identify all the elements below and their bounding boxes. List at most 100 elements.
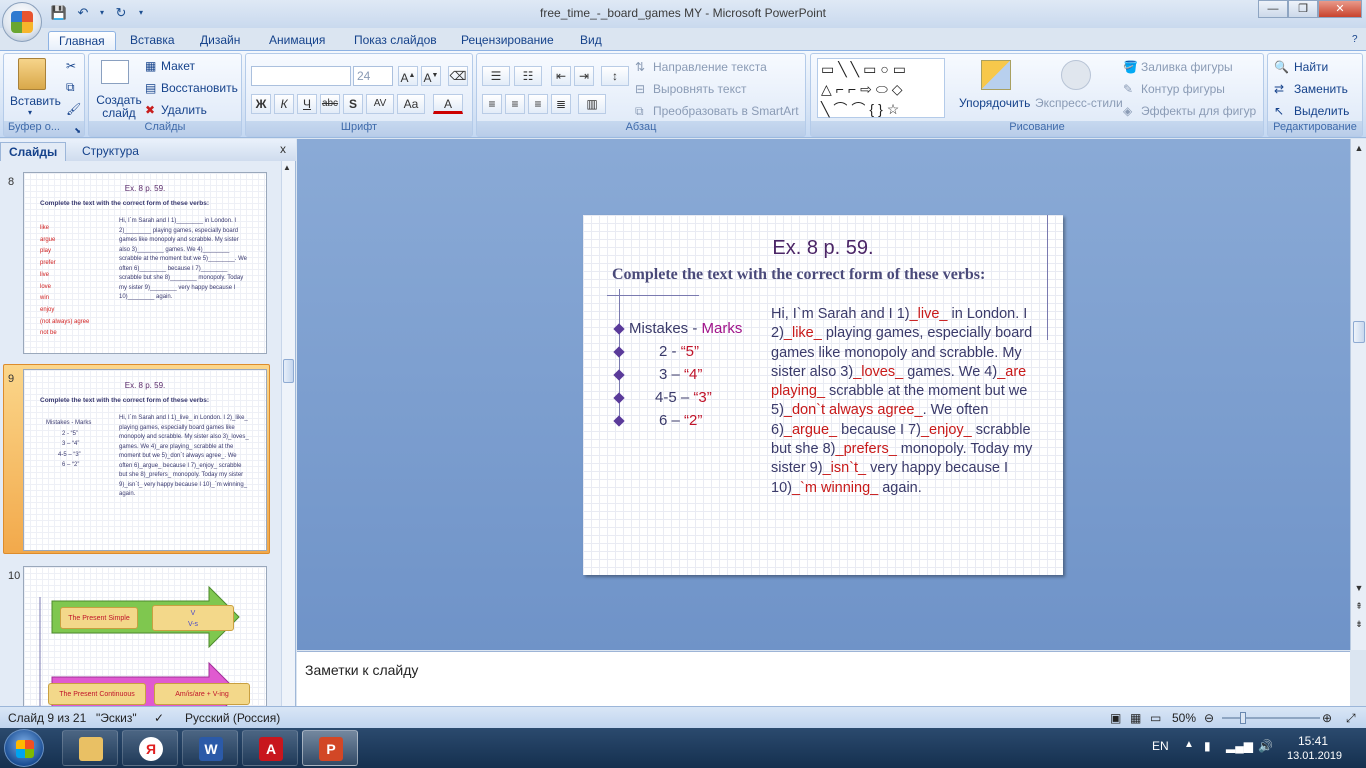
zoom-level[interactable]: 50% — [1172, 711, 1196, 725]
spellcheck-icon[interactable]: ✓ — [154, 711, 164, 725]
office-button[interactable] — [2, 2, 42, 42]
text-direction-button[interactable]: Направление текста — [653, 60, 767, 74]
tab-animation[interactable]: Анимация — [269, 31, 325, 50]
new-slide-icon[interactable] — [101, 60, 129, 84]
scroll-up-icon[interactable]: ▲ — [283, 163, 291, 172]
underline-button[interactable]: Ч — [297, 94, 317, 114]
slideshow-view-icon[interactable]: ▭ — [1150, 711, 1161, 725]
zoom-slider-thumb[interactable] — [1240, 712, 1246, 724]
slide-thumbnail-10[interactable]: The Present Simple V V-s The Present Cont… — [23, 566, 267, 706]
answer-paragraph[interactable]: Hi, I`m Sarah and I 1)_live_ in London. … — [771, 305, 1041, 498]
start-button[interactable] — [4, 729, 44, 767]
clock-time[interactable]: 15:41 — [1298, 734, 1328, 748]
font-size-combo[interactable]: 24 — [353, 66, 393, 86]
numbering-icon[interactable]: ☷ — [514, 66, 542, 86]
replace-button[interactable]: Заменить — [1294, 82, 1348, 96]
zoom-in-icon[interactable]: ⊕ — [1322, 711, 1332, 725]
format-painter-icon[interactable]: 🖌 — [66, 102, 81, 116]
shrink-font-button[interactable]: A▼ — [421, 66, 441, 86]
shape-outline-button[interactable]: Контур фигуры — [1141, 82, 1225, 96]
columns-icon[interactable]: ▥ — [578, 94, 606, 114]
maximize-button[interactable]: ❐ — [1288, 0, 1318, 18]
current-slide[interactable]: Ex. 8 p. 59. Complete the text with the … — [583, 215, 1063, 575]
find-button[interactable]: Найти — [1294, 60, 1328, 74]
minimize-button[interactable]: — — [1258, 0, 1288, 18]
tab-review[interactable]: Рецензирование — [461, 31, 554, 50]
zoom-out-icon[interactable]: ⊖ — [1204, 711, 1214, 725]
express-styles-button[interactable]: Экспресс-стили — [1035, 96, 1123, 110]
smartart-button[interactable]: Преобразовать в SmartArt — [653, 104, 799, 118]
slide-thumbnail-9[interactable]: Ex. 8 p. 59. Complete the text with the … — [23, 369, 267, 551]
align-right-icon[interactable]: ≡ — [528, 94, 548, 114]
express-styles-icon[interactable] — [1061, 60, 1091, 90]
char-spacing-button[interactable]: AV — [366, 94, 394, 114]
taskbar-yandex[interactable]: Я — [122, 730, 178, 766]
select-button[interactable]: Выделить — [1294, 104, 1349, 118]
delete-button[interactable]: Удалить — [161, 103, 207, 117]
clipboard-launcher-icon[interactable]: ⬊ — [74, 126, 81, 135]
shape-fill-button[interactable]: Заливка фигуры — [1141, 60, 1233, 74]
copy-icon[interactable]: ⧉ — [66, 80, 75, 95]
input-language[interactable]: EN — [1152, 739, 1169, 753]
slide-subtitle[interactable]: Complete the text with the correct form … — [612, 266, 1032, 284]
increase-indent-icon[interactable]: ⇥ — [574, 66, 594, 86]
cut-icon[interactable]: ✂ — [66, 59, 76, 73]
slide-thumbnail-8[interactable]: Ex. 8 p. 59. Complete the text with the … — [23, 172, 267, 354]
taskbar-explorer[interactable] — [62, 730, 118, 766]
line-spacing-icon[interactable]: ↕ — [601, 66, 629, 86]
scroll-up-icon[interactable]: ▲ — [1353, 143, 1365, 153]
zoom-slider[interactable] — [1222, 717, 1320, 719]
volume-icon[interactable]: 🔊 — [1258, 739, 1273, 753]
tab-slides[interactable]: Слайды — [0, 142, 67, 161]
network-icon[interactable]: ▮ — [1204, 739, 1211, 753]
shapes-gallery[interactable]: ▭╲╲▭○▭ △⌐⌐⇨⬭◇ ╲⌒⌒{}☆ — [817, 58, 945, 118]
clock-date[interactable]: 13.01.2019 — [1287, 750, 1342, 762]
close-button[interactable]: ✕ — [1318, 0, 1362, 18]
shape-effects-button[interactable]: Эффекты для фигур — [1141, 104, 1256, 118]
reset-button[interactable]: Восстановить — [161, 81, 238, 95]
font-color-button[interactable]: A — [433, 94, 463, 114]
align-center-icon[interactable]: ≡ — [505, 94, 525, 114]
bullets-icon[interactable]: ☰ — [482, 66, 510, 86]
shadow-button[interactable]: S — [343, 94, 363, 114]
fit-window-icon[interactable]: ⤢ — [1346, 711, 1356, 726]
tab-home[interactable]: Главная — [48, 31, 116, 50]
signal-icon[interactable]: ▂▄▆ — [1226, 739, 1253, 753]
panel-scroll-thumb[interactable] — [283, 359, 294, 383]
next-slide-icon[interactable]: ⇟ — [1353, 619, 1365, 630]
italic-button[interactable]: К — [274, 94, 294, 114]
normal-view-icon[interactable]: ▣ — [1110, 711, 1121, 725]
panel-scrollbar[interactable]: ▲ — [281, 161, 295, 706]
paste-button[interactable]: Вставить — [10, 94, 61, 108]
arrange-button[interactable]: Упорядочить — [959, 96, 1030, 110]
layout-button[interactable]: Макет — [161, 59, 195, 73]
slide-title[interactable]: Ex. 8 p. 59. — [583, 237, 1063, 260]
change-case-button[interactable]: Aa — [397, 94, 425, 114]
taskbar-powerpoint[interactable]: P — [302, 730, 358, 766]
help-icon[interactable]: ? — [1352, 31, 1358, 50]
font-name-combo[interactable] — [251, 66, 351, 86]
taskbar-acrobat[interactable]: A — [242, 730, 298, 766]
sorter-view-icon[interactable]: ▦ — [1130, 711, 1141, 725]
taskbar-word[interactable]: W — [182, 730, 238, 766]
align-left-icon[interactable]: ≡ — [482, 94, 502, 114]
strikethrough-button[interactable]: abc — [320, 94, 340, 114]
language-indicator[interactable]: Русский (Россия) — [185, 711, 280, 725]
paste-dropdown-icon[interactable]: ▾ — [28, 108, 32, 117]
tab-slideshow[interactable]: Показ слайдов — [354, 31, 437, 50]
editor-scrollbar[interactable]: ▲ ▼ ⇞ ⇟ — [1350, 139, 1366, 650]
bold-button[interactable]: Ж — [251, 94, 271, 114]
clear-format-icon[interactable]: ⌫ — [448, 66, 468, 86]
tab-design[interactable]: Дизайн — [200, 31, 240, 50]
new-slide-button[interactable]: Создать слайд — [95, 94, 143, 120]
tab-insert[interactable]: Вставка — [130, 31, 175, 50]
grow-font-button[interactable]: A▲ — [398, 66, 418, 86]
tray-expand-icon[interactable]: ▲ — [1184, 739, 1194, 750]
justify-icon[interactable]: ≣ — [551, 94, 571, 114]
notes-pane[interactable]: Заметки к слайду — [297, 651, 1350, 706]
paste-icon[interactable] — [18, 58, 46, 90]
tab-view[interactable]: Вид — [580, 31, 602, 50]
panel-close-icon[interactable]: x — [280, 142, 286, 156]
prev-slide-icon[interactable]: ⇞ — [1353, 601, 1365, 612]
align-text-button[interactable]: Выровнять текст — [653, 82, 746, 96]
